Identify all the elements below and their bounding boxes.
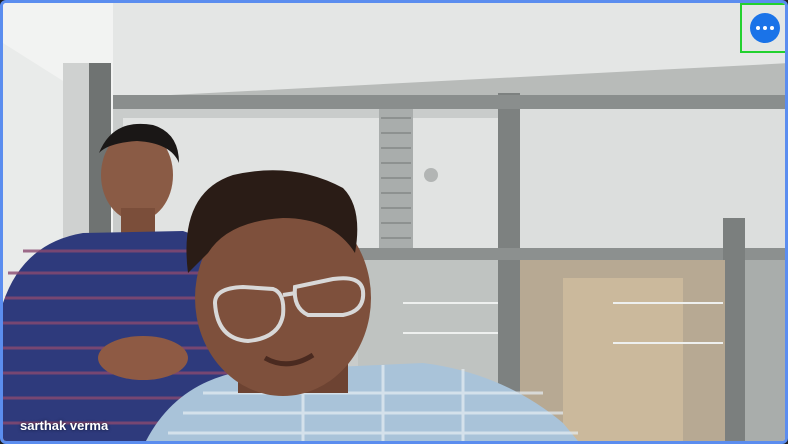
- more-horizontal-icon-dot: [763, 26, 767, 30]
- more-horizontal-icon: [756, 26, 760, 30]
- more-options-focus-ring: [740, 3, 785, 53]
- participant-video-tile: sarthak verma: [0, 0, 788, 444]
- participant-name-label: sarthak verma: [20, 418, 109, 433]
- more-horizontal-icon-dot: [770, 26, 774, 30]
- more-options-button[interactable]: [750, 13, 780, 43]
- participant-video-feed: [3, 3, 785, 441]
